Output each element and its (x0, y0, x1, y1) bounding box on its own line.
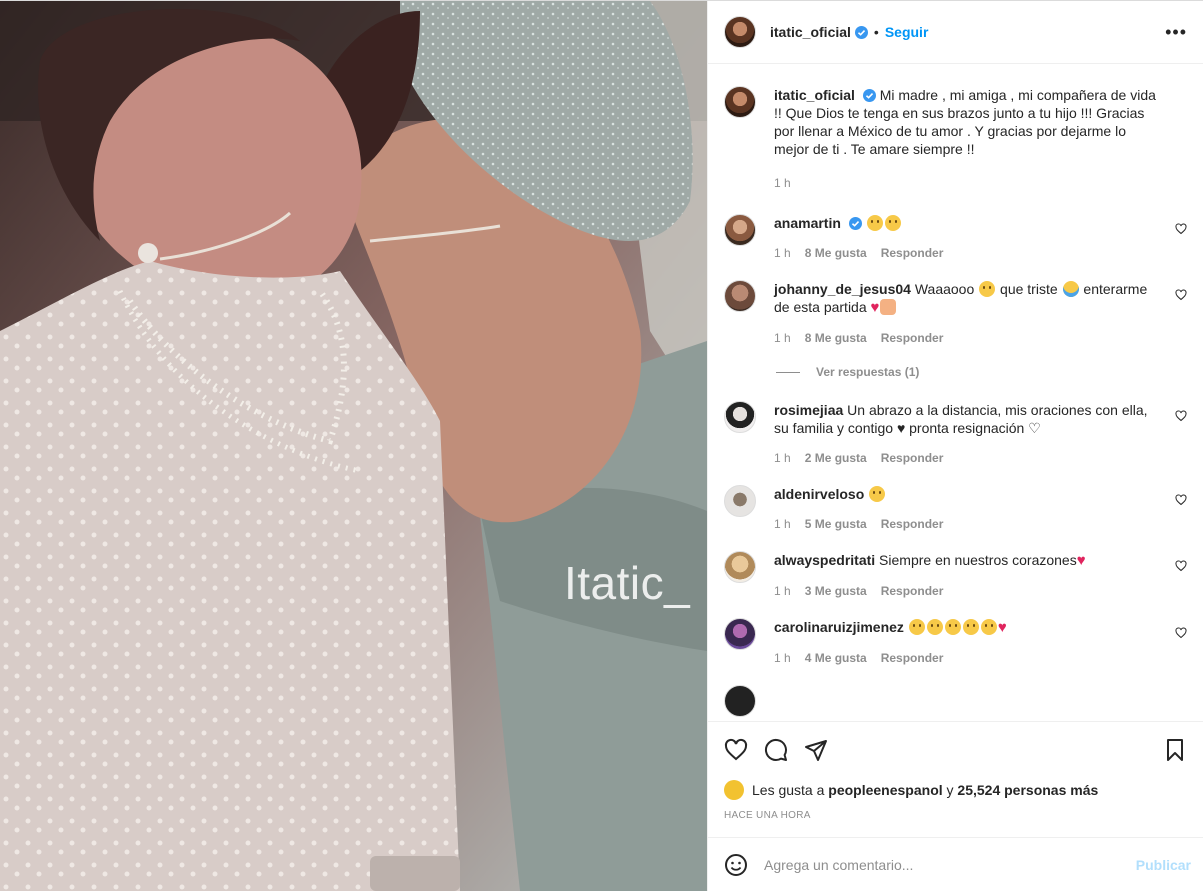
sad-face-emoji (944, 619, 961, 635)
action-icons (724, 736, 1187, 764)
comment-likes[interactable]: 4 Me gusta (805, 649, 867, 667)
post-photo-image (0, 1, 707, 891)
sad-face-emoji (962, 619, 979, 635)
praying-hands-emoji (880, 299, 897, 315)
comment-item: carolinaruizjimenez ♥ 1 h 4 Me gusta Res… (724, 618, 1187, 667)
comment-item-partial (724, 685, 1187, 717)
emoji-smiley-icon[interactable] (724, 853, 748, 877)
comment-likes[interactable]: 8 Me gusta (805, 244, 867, 262)
likes-count[interactable]: 25,524 personas más (957, 782, 1098, 798)
replies-line (776, 371, 800, 373)
comment-item: anamartin 1 h 8 Me gusta Responder (724, 214, 1187, 262)
comment-bubble-icon[interactable] (764, 738, 788, 762)
instagram-post-modal: Itatic_ itatic_oficial • Seguir ••• itat… (0, 0, 1203, 891)
comment-time[interactable]: 1 h (774, 515, 791, 533)
comment-item: aldenirveloso 1 h 5 Me gusta Responder (724, 485, 1187, 533)
add-comment-bar: Publicar (708, 837, 1203, 891)
like-comment-heart-icon[interactable] (1175, 494, 1187, 506)
comment-username[interactable]: carolinaruizjimenez (774, 619, 904, 635)
separator-dot: • (873, 24, 879, 40)
comment-time[interactable]: 1 h (774, 329, 791, 347)
post-panel: itatic_oficial • Seguir ••• itatic_ofici… (707, 1, 1203, 891)
more-options-icon[interactable]: ••• (1165, 23, 1187, 41)
reply-button[interactable]: Responder (881, 582, 944, 600)
reply-button[interactable]: Responder (881, 329, 944, 347)
red-heart-emoji: ♥ (870, 299, 880, 316)
comment-avatar[interactable] (724, 551, 756, 583)
comment-text: Waaaooo (914, 281, 975, 297)
like-comment-heart-icon[interactable] (1175, 223, 1187, 235)
reply-button[interactable]: Responder (881, 649, 944, 667)
comment-username[interactable]: johanny_de_jesus04 (774, 281, 911, 297)
reply-button[interactable]: Responder (881, 515, 944, 533)
caption: itatic_oficial Mi madre , mi amiga , mi … (724, 86, 1187, 192)
comment-time[interactable]: 1 h (774, 244, 791, 262)
comment-input[interactable] (764, 856, 1136, 873)
comment-avatar[interactable] (724, 485, 756, 517)
verified-badge-icon (848, 217, 862, 230)
comment-likes[interactable]: 5 Me gusta (805, 515, 867, 533)
comment-item: alwayspedritati Siempre en nuestros cora… (724, 551, 1187, 600)
like-heart-icon[interactable] (724, 738, 748, 762)
sad-face-emoji (926, 619, 943, 635)
verified-badge-icon (854, 25, 868, 39)
comment-username[interactable]: anamartin (774, 215, 841, 231)
comment-text: que triste (1000, 281, 1058, 297)
comments-list[interactable]: itatic_oficial Mi madre , mi amiga , mi … (708, 64, 1203, 721)
like-comment-heart-icon[interactable] (1175, 289, 1187, 301)
sad-face-emoji (979, 281, 996, 297)
caption-time[interactable]: 1 h (774, 174, 791, 192)
publish-button[interactable]: Publicar (1136, 857, 1191, 873)
like-comment-heart-icon[interactable] (1175, 410, 1187, 422)
comment-avatar[interactable] (724, 685, 756, 717)
comment-username[interactable]: alwayspedritati (774, 552, 875, 568)
like-comment-heart-icon[interactable] (1175, 560, 1187, 572)
post-timestamp[interactable]: HACE UNA HORA (724, 810, 1187, 821)
author-username[interactable]: itatic_oficial (770, 24, 851, 40)
comment-avatar[interactable] (724, 401, 756, 433)
likes-prefix: Les gusta a (752, 782, 825, 798)
comment-time[interactable]: 1 h (774, 449, 791, 467)
comment-username[interactable]: aldenirveloso (774, 486, 864, 502)
comment-avatar[interactable] (724, 618, 756, 650)
sad-face-emoji (884, 215, 901, 231)
follow-button[interactable]: Seguir (885, 24, 929, 40)
sad-face-emoji (980, 619, 997, 635)
comment-likes[interactable]: 2 Me gusta (805, 449, 867, 467)
post-photo[interactable]: Itatic_ (0, 1, 707, 891)
liker-username[interactable]: peopleenespanol (828, 782, 942, 798)
sad-face-emoji (869, 486, 886, 502)
photo-watermark: Itatic_ (564, 557, 691, 609)
reply-button[interactable]: Responder (881, 244, 944, 262)
red-heart-emoji: ♥ (1076, 552, 1086, 569)
view-replies-button[interactable]: Ver respuestas (1) (776, 365, 1187, 379)
comment-time[interactable]: 1 h (774, 582, 791, 600)
likes-summary: Les gusta a peopleenespanol y 25,524 per… (724, 780, 1187, 800)
sad-face-emoji (866, 215, 883, 231)
reply-button[interactable]: Responder (881, 449, 944, 467)
post-header: itatic_oficial • Seguir ••• (708, 1, 1203, 64)
comment-likes[interactable]: 3 Me gusta (805, 582, 867, 600)
view-replies-label: Ver respuestas (1) (816, 365, 920, 379)
likes-joiner: y (946, 782, 954, 798)
save-bookmark-icon[interactable] (1163, 738, 1187, 762)
comment-item: johanny_de_jesus04 Waaaooo que triste en… (724, 280, 1187, 347)
comment-username[interactable]: rosimejiaa (774, 402, 843, 418)
author-avatar[interactable] (724, 16, 756, 48)
like-comment-heart-icon[interactable] (1175, 627, 1187, 639)
liker-avatar[interactable] (724, 780, 744, 800)
crying-face-emoji (1062, 281, 1079, 297)
sad-face-emoji (908, 619, 925, 635)
comment-item: rosimejiaa Un abrazo a la distancia, mis… (724, 401, 1187, 467)
comment-avatar[interactable] (724, 280, 756, 312)
caption-avatar[interactable] (724, 86, 756, 118)
comment-avatar[interactable] (724, 214, 756, 246)
share-paper-plane-icon[interactable] (804, 738, 828, 762)
verified-badge-icon (862, 89, 876, 102)
red-heart-emoji: ♥ (997, 619, 1007, 636)
comment-text: Siempre en nuestros corazones (879, 552, 1077, 568)
comment-time[interactable]: 1 h (774, 649, 791, 667)
comment-likes[interactable]: 8 Me gusta (805, 329, 867, 347)
caption-username[interactable]: itatic_oficial (774, 87, 855, 103)
